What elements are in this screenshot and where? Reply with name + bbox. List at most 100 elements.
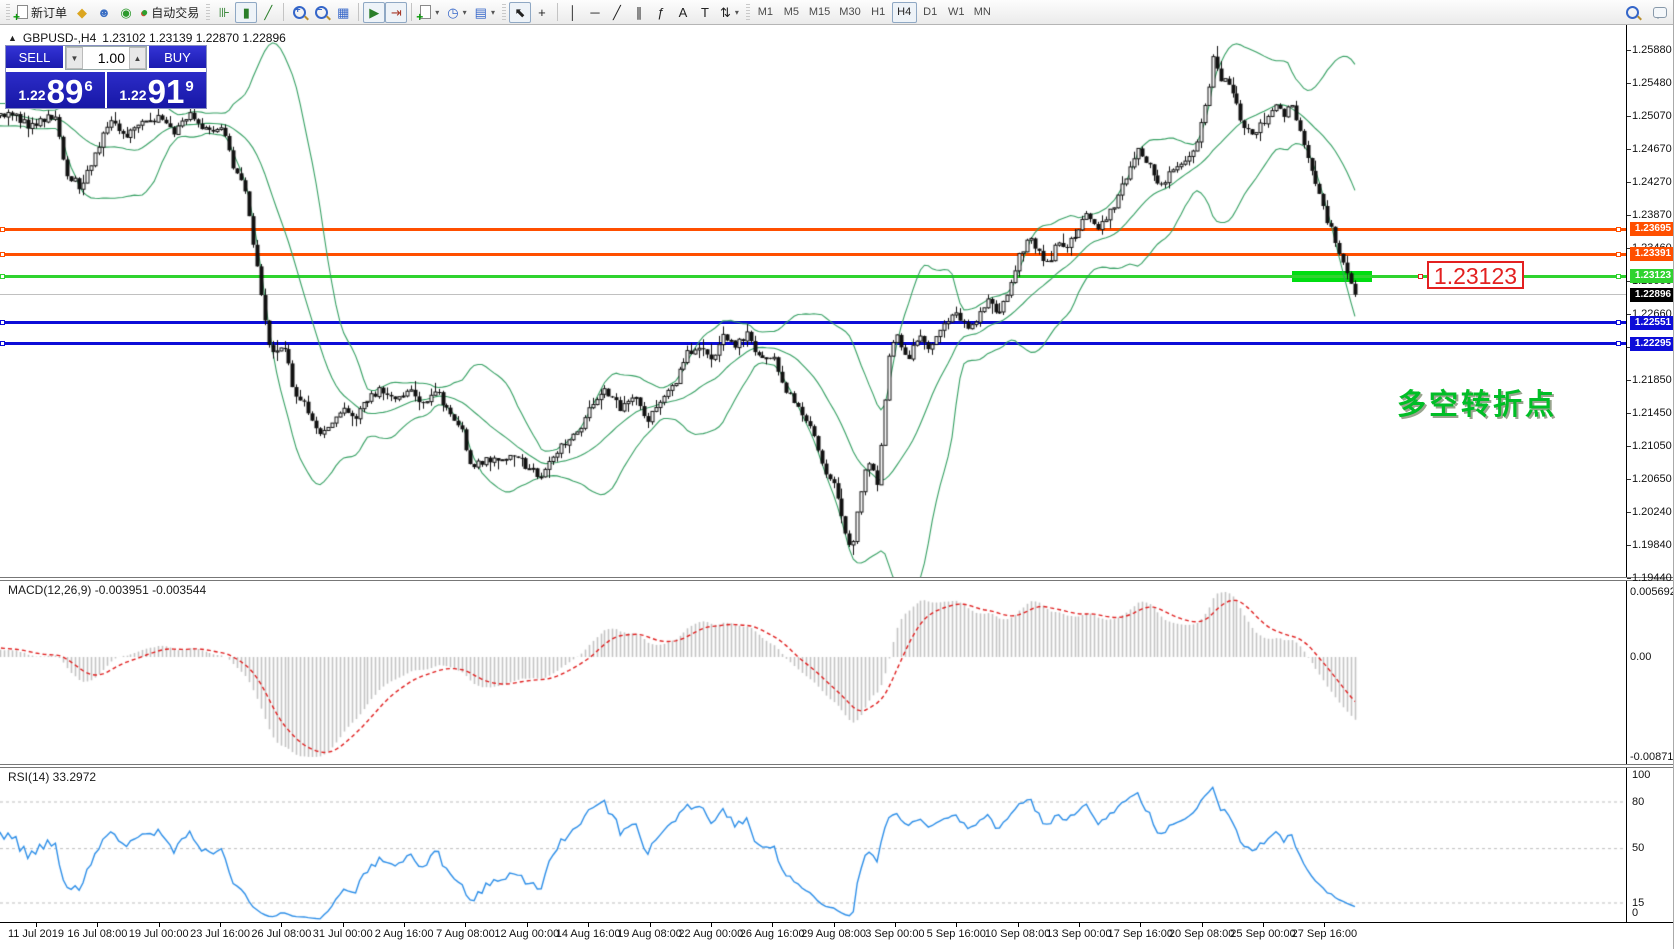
axis-tick [1627, 182, 1631, 183]
sell-price-big: 89 [47, 77, 84, 107]
text-button[interactable]: A [672, 2, 694, 23]
timeframe-m5-button[interactable]: M5 [779, 2, 804, 23]
timeframe-h1-button[interactable]: H1 [866, 2, 891, 23]
timeframe-w1-button[interactable]: W1 [944, 2, 969, 23]
gold-diamond-icon: ◆ [77, 6, 87, 19]
time-axis-tick [650, 923, 651, 927]
volume-increase-button[interactable]: ▲ [129, 47, 146, 69]
periods-button[interactable]: ◷ ▾ [443, 2, 470, 23]
line-price-axis-label: 1.23123 [1630, 269, 1674, 283]
vertical-line-button[interactable]: │ [562, 2, 584, 23]
bar-chart-button[interactable]: ⊪ [213, 2, 235, 23]
axis-tick [1627, 83, 1631, 84]
toolbar-grip[interactable] [206, 4, 210, 20]
time-axis-label: 17 Sep 16:00 [1108, 928, 1173, 940]
rsi-axis-tick-label: 80 [1632, 796, 1644, 808]
profile-button[interactable]: ☻ [93, 2, 115, 23]
price-axis-tick-label: 1.21450 [1632, 407, 1672, 419]
crosshair-icon: + [538, 6, 546, 19]
signals-button[interactable]: ◉ [115, 2, 137, 23]
time-axis-label: 20 Sep 08:00 [1169, 928, 1234, 940]
volume-spinner: ▼ ▲ [65, 46, 147, 70]
annotation-anchor-marker[interactable] [1418, 274, 1423, 279]
time-axis-tick [1018, 923, 1019, 927]
timeframe-d1-button[interactable]: D1 [918, 2, 943, 23]
timeframe-m15-button[interactable]: M15 [805, 2, 834, 23]
toolbar-grip[interactable] [6, 4, 10, 20]
price-annotation-box[interactable]: 1.23123 [1427, 261, 1524, 289]
time-axis-tick [281, 923, 282, 927]
auto-scroll-button[interactable]: ▶ [363, 2, 385, 23]
price-axis-tick-label: 1.20240 [1632, 506, 1672, 518]
timeframe-m1-button[interactable]: M1 [753, 2, 778, 23]
time-axis-label: 29 Aug 08:00 [801, 928, 866, 940]
horizontal-line-button[interactable]: ─ [584, 2, 606, 23]
price-axis-tick-label: 1.24270 [1632, 176, 1672, 188]
time-axis-label: 23 Jul 16:00 [190, 928, 250, 940]
buy-button[interactable]: BUY [149, 46, 206, 70]
toolbar-grip[interactable] [746, 4, 750, 20]
time-axis-tick [1079, 923, 1080, 927]
chevron-down-icon: ▾ [735, 8, 739, 17]
crosshair-button[interactable]: + [531, 2, 553, 23]
market-button[interactable]: ◆ [71, 2, 93, 23]
time-axis-tick [97, 923, 98, 927]
line-chart-button[interactable]: ╱ [257, 2, 279, 23]
tile-windows-button[interactable]: ▦ [332, 2, 354, 23]
channel-button[interactable]: ∥ [628, 2, 650, 23]
buy-price[interactable]: 1.22 91 9 [107, 72, 206, 108]
chart-shift-icon: ⇥ [391, 6, 402, 19]
symbol-name: GBPUSD-,H4 [23, 31, 96, 45]
candle-chart-button[interactable]: ▮ [235, 2, 257, 23]
timeframe-h4-button[interactable]: H4 [892, 2, 917, 23]
cursor-button[interactable]: ⬉ [509, 2, 531, 23]
time-axis-tick [465, 923, 466, 927]
rsi-axis-tick-label: 50 [1632, 842, 1644, 854]
rsi-axis-tick-label: 100 [1632, 769, 1650, 781]
time-axis-tick [1263, 923, 1264, 927]
timeframe-m30-button[interactable]: M30 [835, 2, 864, 23]
time-axis-label: 27 Sep 16:00 [1292, 928, 1357, 940]
axis-tick [1627, 215, 1631, 216]
bar-chart-icon: ⊪ [219, 6, 230, 19]
zoom-out-button[interactable] [310, 2, 332, 23]
time-axis-tick [404, 923, 405, 927]
time-axis-tick [36, 923, 37, 927]
macd-label: MACD(12,26,9) -0.003951 -0.003544 [8, 583, 206, 597]
time-axis-label: 7 Aug 08:00 [436, 928, 495, 940]
trendline-button[interactable]: ╱ [606, 2, 628, 23]
time-axis-label: 25 Sep 00:00 [1230, 928, 1295, 940]
text-label-button[interactable]: T [694, 2, 716, 23]
chat-button[interactable] [1649, 2, 1671, 23]
templates-button[interactable]: ▤ ▾ [471, 2, 499, 23]
rsi-pane-splitter[interactable] [0, 764, 1674, 768]
fibonacci-button[interactable]: ƒ [650, 2, 672, 23]
time-axis-tick [895, 923, 896, 927]
timeframe-group: M1M5M15M30H1H4D1W1MN [753, 2, 995, 23]
line-price-axis-label: 1.22551 [1630, 316, 1674, 330]
axis-tick [1627, 50, 1631, 51]
new-order-button[interactable]: 新订单 [13, 2, 71, 23]
text-icon: A [679, 6, 688, 19]
timeframe-mn-button[interactable]: MN [970, 2, 995, 23]
toolbar: 新订单 ◆ ☻ ◉ ● 自动交易 ⊪ ▮ ╱ ▦ ▶ ⇥ ▾ ◷ ▾ ▤ ▾ [0, 0, 1674, 25]
chart-canvas[interactable] [0, 0, 1674, 949]
price-axis-border [1626, 25, 1627, 922]
turning-point-text[interactable]: 多空转折点 [1397, 381, 1557, 423]
sell-price[interactable]: 1.22 89 6 [6, 72, 105, 108]
volume-input[interactable] [83, 47, 129, 69]
indicators-button[interactable]: ▾ [416, 2, 443, 23]
auto-trading-button[interactable]: ● 自动交易 [137, 2, 203, 23]
volume-decrease-button[interactable]: ▼ [66, 47, 83, 69]
arrows-button[interactable]: ⇅ ▾ [716, 2, 743, 23]
search-button[interactable] [1621, 2, 1643, 23]
zoom-in-button[interactable] [288, 2, 310, 23]
time-axis-tick [220, 923, 221, 927]
toolbar-grip[interactable] [502, 4, 506, 20]
macd-pane-splitter[interactable] [0, 577, 1674, 581]
price-axis-tick-label: 1.19440 [1632, 572, 1672, 584]
chart-shift-button[interactable]: ⇥ [385, 2, 407, 23]
sell-button[interactable]: SELL [6, 46, 63, 70]
time-axis-label: 26 Aug 16:00 [740, 928, 805, 940]
zoom-in-icon [293, 6, 306, 19]
